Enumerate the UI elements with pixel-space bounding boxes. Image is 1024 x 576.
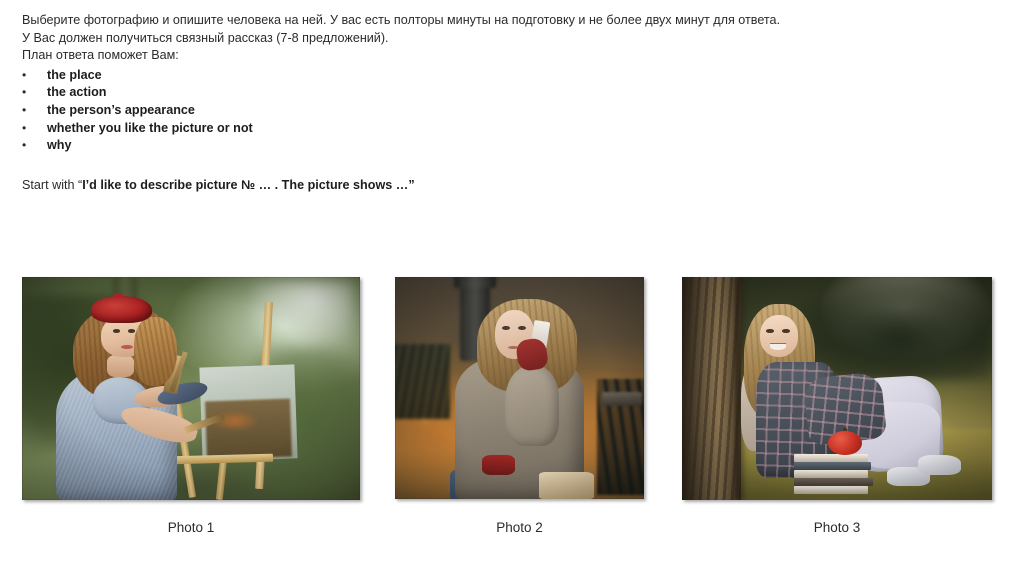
photo-vignette (682, 277, 992, 500)
start-phrase-suffix: ” (408, 178, 415, 192)
instructions-block: Выберите фотографию и опишите человека н… (22, 12, 1002, 192)
bullet-label: the action (47, 85, 107, 100)
bullet-label: the person’s appearance (47, 102, 195, 117)
bullet-marker-icon: • (22, 120, 27, 135)
list-item: • the place (22, 67, 1002, 85)
task-line-2: У Вас должен получиться связный рассказ … (22, 30, 389, 45)
photo-3-image[interactable] (682, 277, 992, 500)
start-phrase-quote: I’d like to describe picture № … . The p… (82, 178, 409, 192)
photo-vignette (395, 277, 644, 499)
photo-1-canvas (22, 277, 360, 500)
photo-1-caption: Photo 1 (167, 520, 215, 535)
photo-2-image[interactable] (395, 277, 644, 499)
start-phrase: Start with “I’d like to describe picture… (22, 177, 415, 195)
list-item: • whether you like the picture or not (22, 120, 1002, 138)
task-line-1: Выберите фотографию и опишите человека н… (22, 13, 781, 27)
bullet-marker-icon: • (22, 67, 27, 82)
bullet-label: why (47, 138, 72, 153)
answer-plan-list: • the place • the action • the person’s … (22, 67, 1002, 155)
bullet-marker-icon: • (22, 102, 27, 117)
photo-vignette (22, 277, 360, 500)
photo-2-canvas (395, 277, 644, 499)
start-phrase-prefix: Start with “ (22, 178, 83, 192)
bullet-marker-icon: • (22, 138, 27, 153)
list-item: • why (22, 137, 1002, 155)
photo-1-image[interactable] (22, 277, 360, 500)
bullet-marker-icon: • (22, 85, 27, 100)
bullet-label: the place (47, 67, 102, 82)
photo-3-caption: Photo 3 (813, 520, 861, 535)
photo-3-canvas (682, 277, 992, 500)
list-item: • the action (22, 84, 1002, 102)
list-item: • the person’s appearance (22, 102, 1002, 120)
task-line-3: План ответа поможет Вам: (22, 48, 179, 63)
photo-2-caption: Photo 2 (496, 520, 543, 535)
bullet-label: whether you like the picture or not (47, 120, 253, 135)
